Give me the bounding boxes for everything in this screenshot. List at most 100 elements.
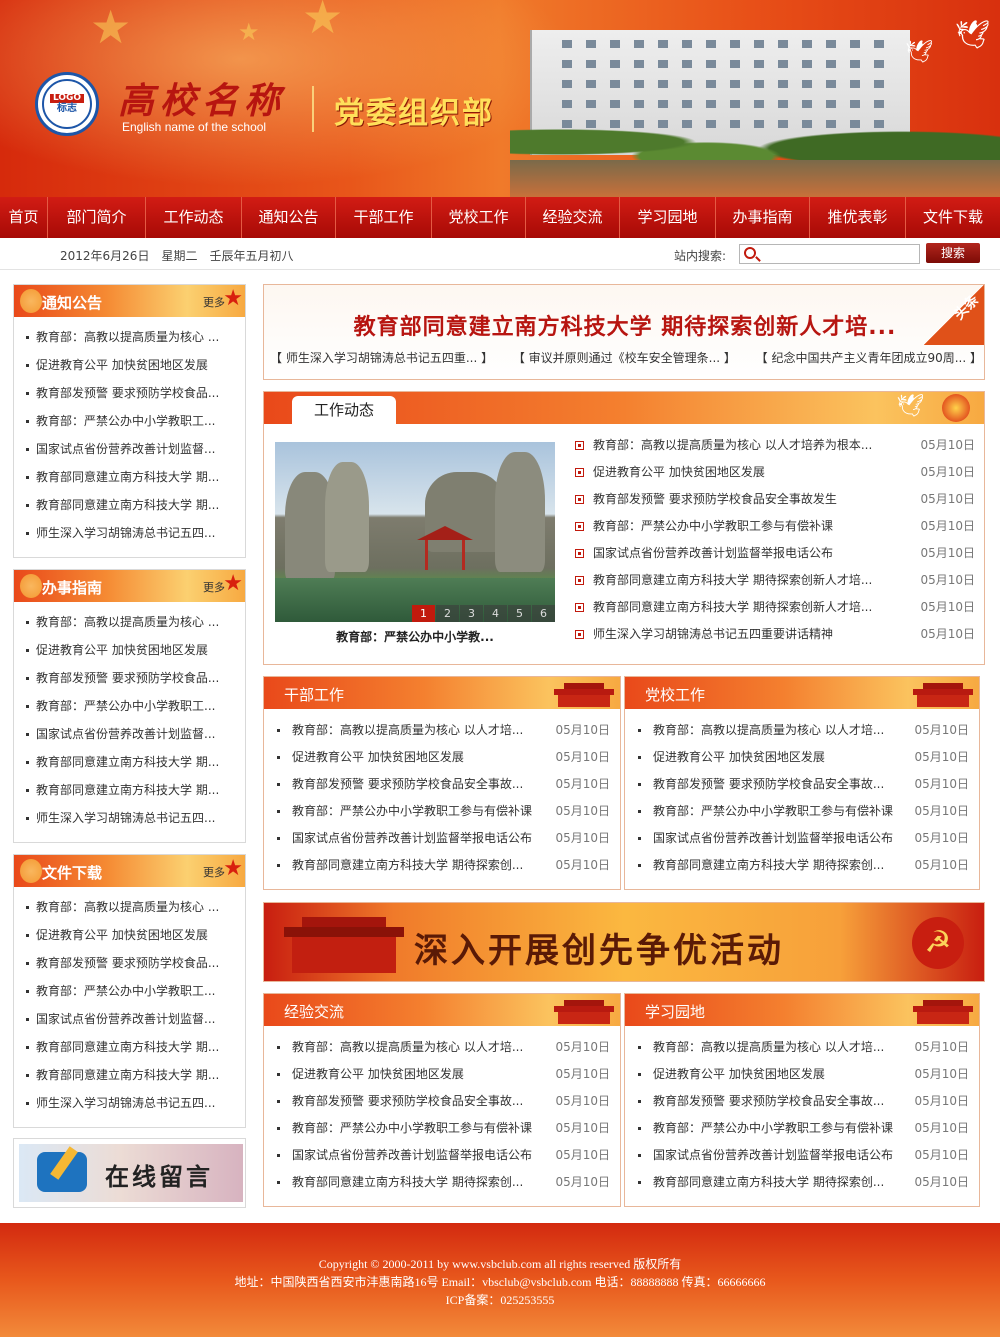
list-item[interactable]: 教育部同意建立南方科技大学 期... bbox=[14, 1061, 245, 1089]
slideshow-page-button[interactable]: 5 bbox=[508, 605, 531, 622]
news-item[interactable]: 教育部：高教以提高质量为核心 以人才培... 05月10日 bbox=[633, 717, 969, 744]
news-title[interactable]: 国家试点省份营养改善计划监督举报电话公布 bbox=[593, 540, 833, 567]
list-item[interactable]: 教育部同意建立南方科技大学 期... bbox=[14, 776, 245, 804]
news-item[interactable]: 教育部：高教以提高质量为核心 以人才培... 05月10日 bbox=[633, 1034, 969, 1061]
news-title[interactable]: 教育部发预警 要求预防学校食品安全事故发生 bbox=[593, 486, 837, 513]
headline-sub-link[interactable]: 【 师生深入学习胡锦涛总书记五四重... 】 bbox=[270, 349, 493, 366]
nav-item[interactable]: 推优表彰 bbox=[810, 197, 906, 238]
slideshow-page-button[interactable]: 3 bbox=[460, 605, 483, 622]
list-item[interactable]: 教育部同意建立南方科技大学 期... bbox=[14, 463, 245, 491]
news-title[interactable]: 教育部同意建立南方科技大学 期待探索创... bbox=[292, 1169, 523, 1196]
news-title[interactable]: 教育部同意建立南方科技大学 期待探索创新人才培... bbox=[593, 594, 872, 621]
slideshow-page-button[interactable]: 2 bbox=[436, 605, 459, 622]
nav-item[interactable]: 党校工作 bbox=[432, 197, 526, 238]
headline-sub-link[interactable]: 【 审议并原则通过《校车安全管理条... 】 bbox=[513, 349, 736, 366]
news-item[interactable]: 教育部：严禁公办中小学教职工参与有偿补课 05月10日 bbox=[272, 798, 610, 825]
panel-title[interactable]: 经验交流 bbox=[284, 1001, 344, 1022]
news-item[interactable]: 教育部发预警 要求预防学校食品安全事故发生 05月10日 bbox=[573, 486, 975, 513]
news-item[interactable]: 教育部同意建立南方科技大学 期待探索创... 05月10日 bbox=[633, 852, 969, 879]
more-link[interactable]: 更多 bbox=[203, 864, 225, 880]
list-item[interactable]: 国家试点省份营养改善计划监督... bbox=[14, 720, 245, 748]
news-title[interactable]: 国家试点省份营养改善计划监督举报电话公布 bbox=[292, 825, 532, 852]
list-item[interactable]: 促进教育公平 加快贫困地区发展 bbox=[14, 351, 245, 379]
list-item[interactable]: 教育部：高教以提高质量为核心 ... bbox=[14, 323, 245, 351]
list-item[interactable]: 教育部：严禁公办中小学教职工... bbox=[14, 407, 245, 435]
panel-title[interactable]: 党校工作 bbox=[645, 684, 705, 705]
online-message-banner[interactable]: 在线留言 bbox=[19, 1144, 243, 1202]
news-title[interactable]: 教育部同意建立南方科技大学 期待探索创... bbox=[292, 852, 523, 879]
news-title[interactable]: 促进教育公平 加快贫困地区发展 bbox=[653, 744, 825, 771]
list-item[interactable]: 教育部同意建立南方科技大学 期... bbox=[14, 748, 245, 776]
news-item[interactable]: 教育部：严禁公办中小学教职工参与有偿补课 05月10日 bbox=[633, 1115, 969, 1142]
news-title[interactable]: 教育部：高教以提高质量为核心 以人才培... bbox=[653, 717, 884, 744]
search-button[interactable]: 搜索 bbox=[926, 243, 980, 263]
news-item[interactable]: 国家试点省份营养改善计划监督举报电话公布 05月10日 bbox=[633, 1142, 969, 1169]
news-item[interactable]: 促进教育公平 加快贫困地区发展 05月10日 bbox=[272, 1061, 610, 1088]
list-item[interactable]: 促进教育公平 加快贫困地区发展 bbox=[14, 921, 245, 949]
news-item[interactable]: 教育部同意建立南方科技大学 期待探索创新人才培... 05月10日 bbox=[573, 594, 975, 621]
news-title[interactable]: 教育部发预警 要求预防学校食品安全事故... bbox=[653, 771, 884, 798]
news-title[interactable]: 教育部：高教以提高质量为核心 以人才培养为根本... bbox=[593, 432, 872, 459]
news-title[interactable]: 教育部：严禁公办中小学教职工参与有偿补课 bbox=[292, 1115, 532, 1142]
nav-item[interactable]: 办事指南 bbox=[716, 197, 810, 238]
list-item[interactable]: 师生深入学习胡锦涛总书记五四... bbox=[14, 519, 245, 547]
school-logo[interactable]: LOGO 标志 bbox=[35, 72, 99, 136]
more-link[interactable]: 更多 bbox=[203, 294, 225, 310]
news-title[interactable]: 国家试点省份营养改善计划监督举报电话公布 bbox=[653, 1142, 893, 1169]
news-title[interactable]: 教育部发预警 要求预防学校食品安全事故... bbox=[292, 771, 523, 798]
news-item[interactable]: 促进教育公平 加快贫困地区发展 05月10日 bbox=[633, 744, 969, 771]
news-title[interactable]: 教育部：严禁公办中小学教职工参与有偿补课 bbox=[653, 798, 893, 825]
news-item[interactable]: 国家试点省份营养改善计划监督举报电话公布 05月10日 bbox=[633, 825, 969, 852]
news-title[interactable]: 国家试点省份营养改善计划监督举报电话公布 bbox=[292, 1142, 532, 1169]
nav-item[interactable]: 文件下载 bbox=[906, 197, 1000, 238]
news-item[interactable]: 师生深入学习胡锦涛总书记五四重要讲话精神 05月10日 bbox=[573, 621, 975, 648]
news-item[interactable]: 教育部：高教以提高质量为核心 以人才培养为根本... 05月10日 bbox=[573, 432, 975, 459]
news-title[interactable]: 教育部：严禁公办中小学教职工参与有偿补课 bbox=[653, 1115, 893, 1142]
list-item[interactable]: 教育部发预警 要求预防学校食品... bbox=[14, 664, 245, 692]
news-item[interactable]: 教育部同意建立南方科技大学 期待探索创新人才培... 05月10日 bbox=[573, 567, 975, 594]
list-item[interactable]: 教育部：严禁公办中小学教职工... bbox=[14, 692, 245, 720]
news-item[interactable]: 促进教育公平 加快贫困地区发展 05月10日 bbox=[573, 459, 975, 486]
list-item[interactable]: 教育部同意建立南方科技大学 期... bbox=[14, 1033, 245, 1061]
search-input[interactable] bbox=[739, 244, 920, 264]
headline-title[interactable]: 教育部同意建立南方科技大学 期待探索创新人才培... bbox=[264, 309, 986, 341]
news-title[interactable]: 国家试点省份营养改善计划监督举报电话公布 bbox=[653, 825, 893, 852]
panel-title[interactable]: 干部工作 bbox=[284, 684, 344, 705]
news-item[interactable]: 教育部同意建立南方科技大学 期待探索创... 05月10日 bbox=[272, 852, 610, 879]
list-item[interactable]: 国家试点省份营养改善计划监督... bbox=[14, 435, 245, 463]
news-item[interactable]: 国家试点省份营养改善计划监督举报电话公布 05月10日 bbox=[272, 825, 610, 852]
news-item[interactable]: 教育部：严禁公办中小学教职工参与有偿补课 05月10日 bbox=[633, 798, 969, 825]
list-item[interactable]: 国家试点省份营养改善计划监督... bbox=[14, 1005, 245, 1033]
news-item[interactable]: 教育部发预警 要求预防学校食品安全事故... 05月10日 bbox=[272, 1088, 610, 1115]
news-item[interactable]: 教育部：严禁公办中小学教职工参与有偿补课 05月10日 bbox=[272, 1115, 610, 1142]
news-item[interactable]: 教育部发预警 要求预防学校食品安全事故... 05月10日 bbox=[272, 771, 610, 798]
nav-item[interactable]: 通知公告 bbox=[242, 197, 336, 238]
list-item[interactable]: 师生深入学习胡锦涛总书记五四... bbox=[14, 1089, 245, 1117]
list-item[interactable]: 教育部发预警 要求预防学校食品... bbox=[14, 379, 245, 407]
list-item[interactable]: 教育部发预警 要求预防学校食品... bbox=[14, 949, 245, 977]
more-link[interactable]: 更多 bbox=[203, 579, 225, 595]
nav-item[interactable]: 干部工作 bbox=[336, 197, 432, 238]
news-title[interactable]: 促进教育公平 加快贫困地区发展 bbox=[593, 459, 765, 486]
activity-banner[interactable]: 深入开展创先争优活动 ☭ bbox=[263, 902, 985, 982]
news-item[interactable]: 促进教育公平 加快贫困地区发展 05月10日 bbox=[272, 744, 610, 771]
news-title[interactable]: 教育部：严禁公办中小学教职工参与有偿补课 bbox=[593, 513, 833, 540]
work-news-tab[interactable]: 工作动态 bbox=[292, 396, 396, 424]
photo-caption[interactable]: 教育部：严禁公办中小学教... bbox=[275, 628, 555, 645]
nav-item[interactable]: 学习园地 bbox=[620, 197, 716, 238]
slideshow-page-button[interactable]: 1 bbox=[412, 605, 435, 622]
news-item[interactable]: 教育部发预警 要求预防学校食品安全事故... 05月10日 bbox=[633, 771, 969, 798]
news-item[interactable]: 教育部发预警 要求预防学校食品安全事故... 05月10日 bbox=[633, 1088, 969, 1115]
news-title[interactable]: 促进教育公平 加快贫困地区发展 bbox=[292, 744, 464, 771]
nav-item[interactable]: 首页 bbox=[0, 197, 48, 238]
online-message-box[interactable]: 在线留言 bbox=[13, 1138, 246, 1208]
news-title[interactable]: 教育部：严禁公办中小学教职工参与有偿补课 bbox=[292, 798, 532, 825]
news-title[interactable]: 师生深入学习胡锦涛总书记五四重要讲话精神 bbox=[593, 621, 833, 648]
news-item[interactable]: 教育部同意建立南方科技大学 期待探索创... 05月10日 bbox=[272, 1169, 610, 1196]
news-item[interactable]: 国家试点省份营养改善计划监督举报电话公布 05月10日 bbox=[573, 540, 975, 567]
list-item[interactable]: 教育部：高教以提高质量为核心 ... bbox=[14, 608, 245, 636]
news-title[interactable]: 教育部发预警 要求预防学校食品安全事故... bbox=[653, 1088, 884, 1115]
news-item[interactable]: 教育部：高教以提高质量为核心 以人才培... 05月10日 bbox=[272, 717, 610, 744]
nav-item[interactable]: 工作动态 bbox=[146, 197, 242, 238]
nav-item[interactable]: 经验交流 bbox=[526, 197, 620, 238]
